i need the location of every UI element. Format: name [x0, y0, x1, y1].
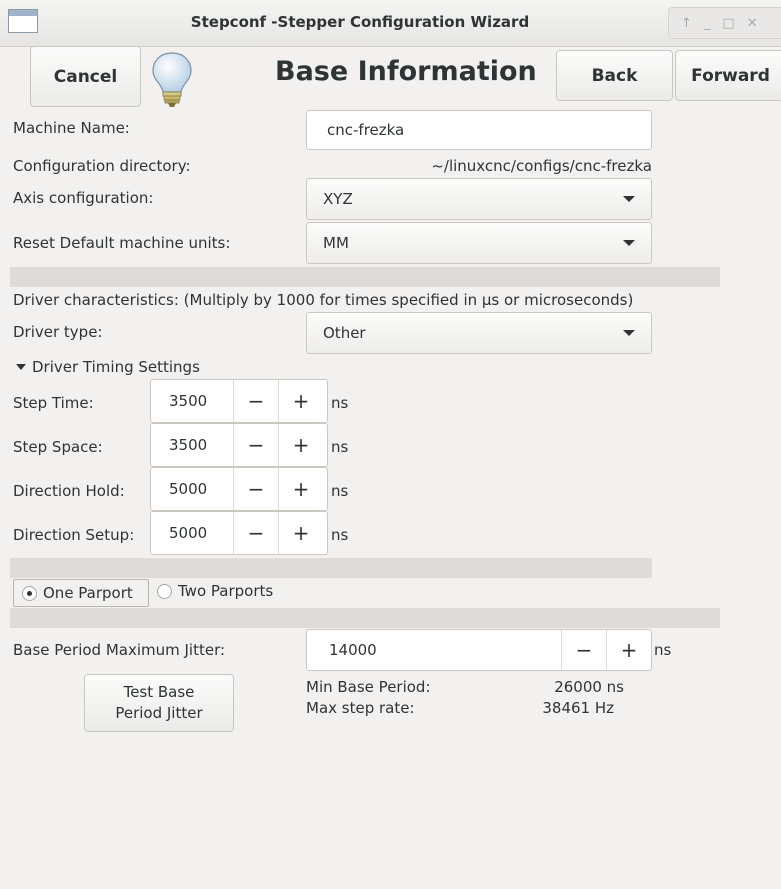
step-time-label: Step Time:: [13, 394, 94, 412]
chevron-down-icon: [623, 240, 635, 246]
radio-unselected-icon: [157, 583, 172, 599]
base-jitter-label: Base Period Maximum Jitter:: [13, 641, 226, 659]
step-time-value[interactable]: 3500: [151, 380, 233, 422]
one-parport-radio[interactable]: One Parport: [13, 579, 149, 607]
lightbulb-icon: [148, 50, 196, 108]
decrement-button[interactable]: −: [561, 630, 606, 670]
step-space-value[interactable]: 3500: [151, 424, 233, 466]
forward-button[interactable]: Forward: [675, 50, 781, 101]
increment-button[interactable]: +: [278, 424, 323, 466]
two-parports-label: Two Parports: [178, 582, 274, 600]
increment-button[interactable]: +: [278, 468, 323, 510]
separator: [10, 267, 720, 287]
chevron-down-icon: [623, 330, 635, 336]
cancel-button[interactable]: Cancel: [30, 46, 141, 107]
min-base-period-label: Min Base Period:: [306, 678, 431, 696]
units-dropdown[interactable]: MM: [306, 222, 652, 264]
max-step-rate-value: 38461 Hz: [542, 699, 614, 717]
config-dir-label: Configuration directory:: [13, 157, 191, 175]
driver-type-label: Driver type:: [13, 323, 103, 341]
unit-label: ns: [331, 482, 349, 500]
step-space-label: Step Space:: [13, 438, 103, 456]
chevron-down-icon: [623, 196, 635, 202]
expander-arrow-icon: [16, 364, 26, 370]
window-controls: ↑ _ □ ✕: [668, 7, 781, 39]
base-jitter-value[interactable]: 14000: [307, 630, 561, 670]
step-time-spinbutton[interactable]: 3500 − +: [150, 379, 328, 423]
min-base-period-value: 26000 ns: [554, 678, 624, 696]
units-value: MM: [323, 234, 349, 252]
one-parport-label: One Parport: [43, 584, 133, 602]
axis-config-label: Axis configuration:: [13, 189, 154, 207]
units-label: Reset Default machine units:: [13, 234, 231, 252]
close-window-icon[interactable]: ✕: [747, 16, 758, 31]
minimize-window-icon[interactable]: _: [704, 16, 711, 31]
direction-setup-value[interactable]: 5000: [151, 512, 233, 554]
increment-button[interactable]: +: [278, 512, 323, 554]
direction-setup-label: Direction Setup:: [13, 526, 135, 544]
decrement-button[interactable]: −: [233, 468, 278, 510]
direction-hold-value[interactable]: 5000: [151, 468, 233, 510]
max-step-rate-label: Max step rate:: [306, 699, 415, 717]
direction-hold-label: Direction Hold:: [13, 482, 125, 500]
decrement-button[interactable]: −: [233, 380, 278, 422]
window-icon: [8, 9, 38, 33]
window-title: Stepconf -Stepper Configuration Wizard: [190, 13, 530, 31]
axis-config-dropdown[interactable]: XYZ: [306, 178, 652, 220]
increment-button[interactable]: +: [606, 630, 651, 670]
config-dir-value: ~/linuxcnc/configs/cnc-frezka: [431, 157, 652, 175]
driver-type-value: Other: [323, 324, 366, 342]
back-button[interactable]: Back: [556, 50, 673, 101]
decrement-button[interactable]: −: [233, 424, 278, 466]
test-button-line2: Period Jitter: [115, 704, 203, 722]
test-base-period-jitter-button[interactable]: Test Base Period Jitter: [84, 674, 234, 732]
direction-setup-spinbutton[interactable]: 5000 − +: [150, 511, 328, 555]
unit-label: ns: [654, 641, 672, 659]
driver-timing-expander[interactable]: Driver Timing Settings: [16, 358, 200, 376]
unit-label: ns: [331, 438, 349, 456]
direction-hold-spinbutton[interactable]: 5000 − +: [150, 467, 328, 511]
separator: [10, 558, 652, 578]
unit-label: ns: [331, 394, 349, 412]
increment-button[interactable]: +: [278, 380, 323, 422]
page-title: Base Information: [275, 56, 537, 87]
driver-timing-label: Driver Timing Settings: [32, 358, 200, 376]
step-space-spinbutton[interactable]: 3500 − +: [150, 423, 328, 467]
two-parports-radio[interactable]: Two Parports: [157, 582, 273, 600]
driver-characteristics-label: Driver characteristics: (Multiply by 100…: [13, 291, 634, 309]
unit-label: ns: [331, 526, 349, 544]
test-button-line1: Test Base: [123, 683, 195, 701]
machine-name-label: Machine Name:: [13, 119, 130, 137]
machine-name-input[interactable]: cnc-frezka: [306, 110, 652, 150]
decrement-button[interactable]: −: [233, 512, 278, 554]
axis-config-value: XYZ: [323, 190, 353, 208]
driver-type-dropdown[interactable]: Other: [306, 312, 652, 354]
maximize-window-icon[interactable]: □: [722, 16, 734, 31]
shade-window-icon[interactable]: ↑: [681, 16, 692, 31]
separator: [10, 608, 720, 628]
base-jitter-spinbutton[interactable]: 14000 − +: [306, 629, 652, 671]
radio-selected-icon: [22, 585, 37, 601]
title-bar: Stepconf -Stepper Configuration Wizard ↑…: [0, 0, 781, 47]
